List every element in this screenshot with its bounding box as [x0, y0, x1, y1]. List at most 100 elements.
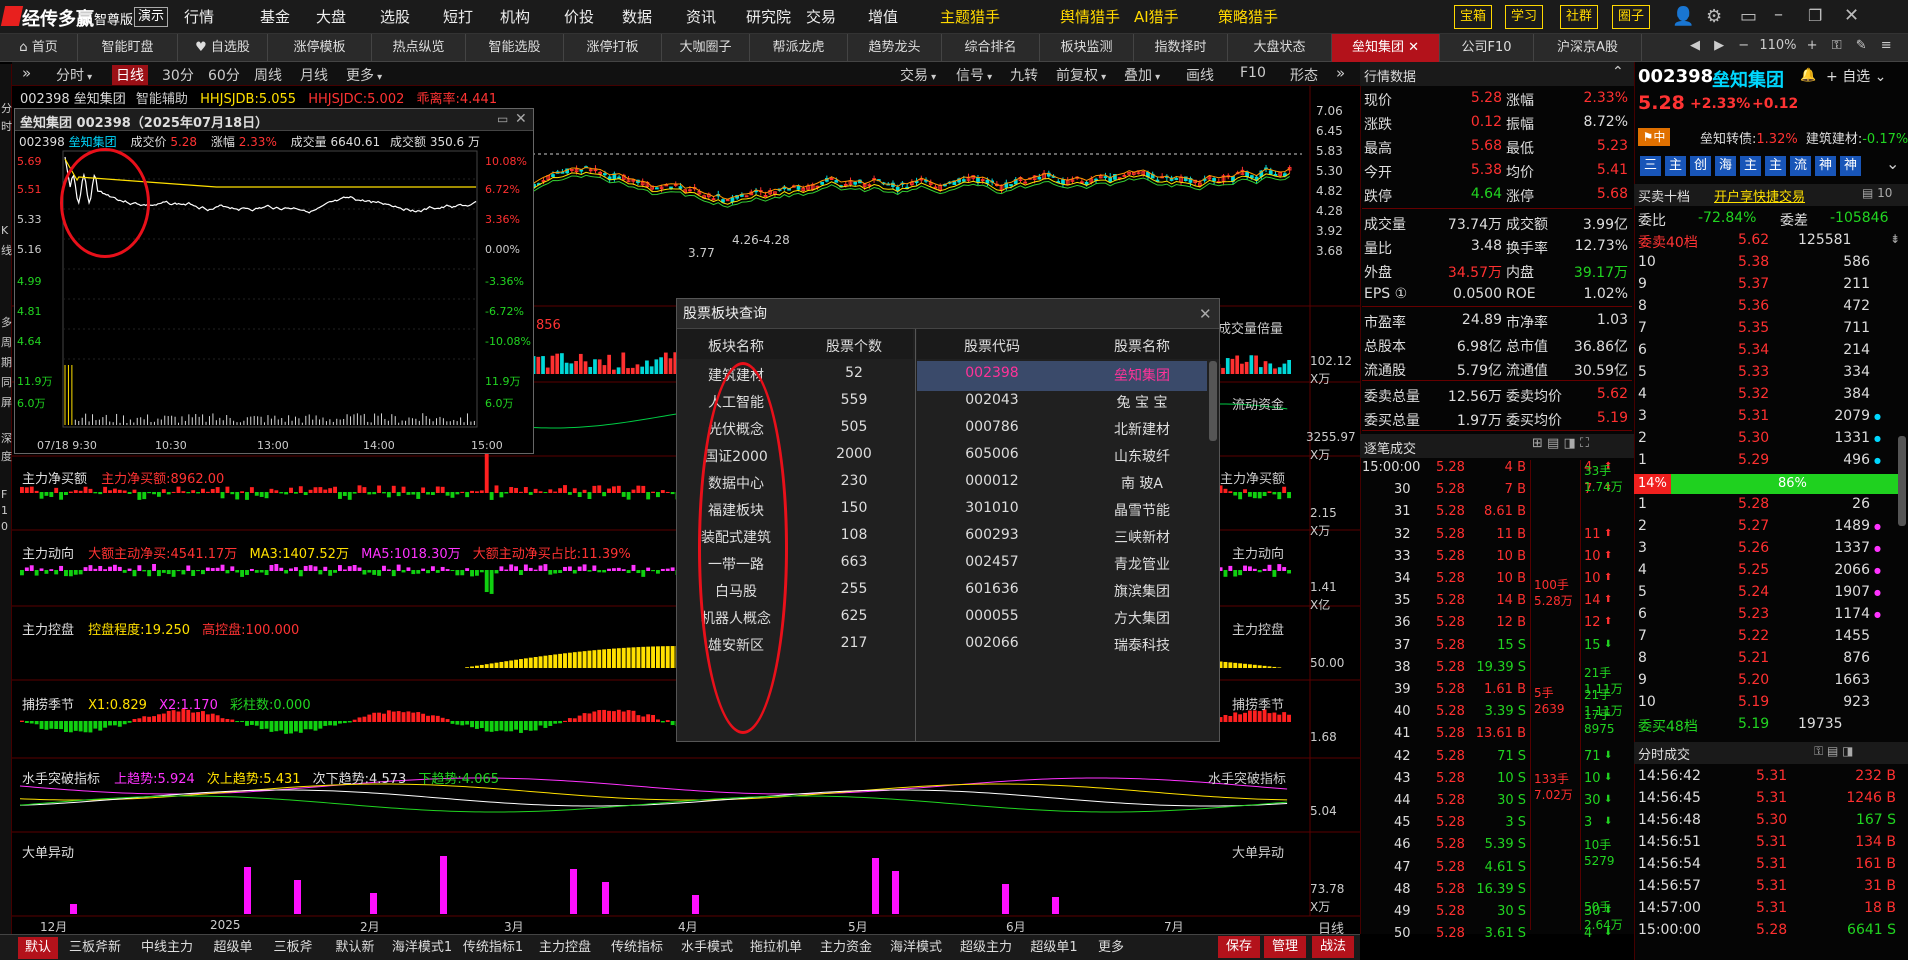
tool-7[interactable]: 形态 [1290, 65, 1318, 85]
community-button[interactable]: 社群 [1560, 5, 1599, 29]
stock-code[interactable]: 301010 [917, 500, 1067, 516]
pen-icon[interactable]: ✎ [1856, 38, 1867, 53]
stock-name[interactable]: 方大集团 [1067, 608, 1217, 628]
left-strip-char[interactable]: 同 [1, 374, 12, 390]
tab-0[interactable]: ⌂ 首页 [0, 34, 78, 62]
period-0[interactable]: 分时 ▾ [52, 65, 96, 85]
template-tab-7[interactable]: 传统指标1 [458, 937, 528, 959]
tab-10[interactable]: 综合排名 [942, 34, 1040, 62]
close-icon[interactable]: ✕ [1844, 5, 1859, 26]
lock-icon[interactable]: ⚿ [1832, 38, 1842, 53]
tab-12[interactable]: 指数择时 [1134, 34, 1228, 62]
template-tab-12[interactable]: 主力资金 [812, 937, 880, 959]
period-6[interactable]: 更多 ▾ [342, 65, 386, 85]
sector-count[interactable]: 52 [795, 365, 913, 381]
ask-price[interactable]: 5.34 [1738, 342, 1769, 358]
left-strip-char[interactable]: 1 [1, 504, 8, 517]
menu-9[interactable]: 研究院 [746, 0, 791, 34]
ask-price[interactable]: 5.31 [1738, 408, 1769, 424]
bid-price[interactable]: 5.23 [1738, 606, 1769, 622]
tool-2[interactable]: 九转 [1010, 65, 1038, 85]
bid-price[interactable]: 5.27 [1738, 518, 1769, 534]
arrow-left-icon[interactable]: ◀ [1690, 38, 1700, 53]
tab-2[interactable]: ♥ 自选股 [178, 34, 268, 62]
ask-price[interactable]: 5.33 [1738, 364, 1769, 380]
feature-icon-8[interactable]: 神 [1840, 156, 1861, 176]
period-5[interactable]: 月线 [296, 65, 332, 85]
sector-count[interactable]: 2000 [795, 446, 913, 462]
sector-count[interactable]: 505 [795, 419, 913, 435]
stock-name[interactable]: 垒知集团 [1067, 365, 1217, 385]
sector-count[interactable]: 255 [795, 581, 913, 597]
sector-count[interactable]: 230 [795, 473, 913, 489]
demo-button[interactable]: 演示 [134, 7, 169, 27]
template-tab-2[interactable]: 中线主力 [132, 937, 202, 959]
template-tab-5[interactable]: 默认新 [324, 937, 386, 959]
bid-price[interactable]: 5.21 [1738, 650, 1769, 666]
feature-icon-2[interactable]: 创 [1690, 156, 1711, 176]
ob-link[interactable]: 开户享快捷交易 [1714, 186, 1805, 205]
sector-count[interactable]: 150 [795, 500, 913, 516]
ask-price[interactable]: 5.30 [1738, 430, 1769, 446]
menu-hl-3[interactable]: 策略猎手 [1218, 0, 1278, 34]
window-mode-icon[interactable]: ▭ [1740, 6, 1757, 27]
feature-icon-1[interactable]: 主 [1665, 156, 1686, 176]
feature-icon-5[interactable]: 主 [1765, 156, 1786, 176]
chevron-down-icon[interactable]: ⌄ [1886, 154, 1899, 173]
left-strip-char[interactable]: 多 [1, 314, 12, 330]
col-stock-name[interactable]: 股票名称 [1067, 336, 1217, 356]
tab-5[interactable]: 智能选股 [466, 34, 564, 62]
bid-price[interactable]: 5.25 [1738, 562, 1769, 578]
template-tab-13[interactable]: 海洋模式 [882, 937, 950, 959]
left-strip-char[interactable]: K [1, 224, 8, 237]
self-select-button[interactable]: + 自选 ⌄ [1826, 66, 1886, 86]
left-strip-char[interactable]: 深 [1, 430, 12, 446]
menu-hl-1[interactable]: 舆情猎手 [1060, 0, 1120, 34]
menu-2[interactable]: 大盘 [316, 0, 346, 34]
bottom-action-0[interactable]: 保存 [1218, 936, 1260, 958]
bid-price[interactable]: 5.26 [1738, 540, 1769, 556]
menu-hl-0[interactable]: 主题猎手 [940, 0, 1000, 34]
period-4[interactable]: 周线 [250, 65, 286, 85]
stock-name[interactable]: 北新建材 [1067, 419, 1217, 439]
menu-1[interactable]: 基金 [260, 0, 290, 34]
left-strip-char[interactable]: F [1, 488, 7, 501]
menu-hl-2[interactable]: AI猎手 [1134, 0, 1179, 34]
user-icon[interactable]: 👤 [1672, 6, 1694, 27]
template-tab-8[interactable]: 主力控盘 [530, 937, 600, 959]
bid-price[interactable]: 5.28 [1738, 496, 1769, 512]
mini-close-icon[interactable]: ✕ [515, 111, 527, 127]
bid-price[interactable]: 5.20 [1738, 672, 1769, 688]
stock-code[interactable]: 002043 [917, 392, 1067, 408]
menu-5[interactable]: 机构 [500, 0, 530, 34]
menu-0[interactable]: 行情 [184, 0, 214, 34]
template-tab-6[interactable]: 海洋模式1 [388, 937, 456, 959]
learn-button[interactable]: 学习 [1505, 5, 1544, 29]
bid-price[interactable]: 5.19 [1738, 694, 1769, 710]
tab-8[interactable]: 帮派龙虎 [750, 34, 848, 62]
tab-3[interactable]: 涨停模板 [268, 34, 372, 62]
tab-close-icon[interactable]: ✕ [1404, 40, 1419, 55]
tab-13[interactable]: 大盘状态 [1228, 34, 1332, 62]
stock-code[interactable]: 000786 [917, 419, 1067, 435]
stock-code[interactable]: 000055 [917, 608, 1067, 624]
template-tab-1[interactable]: 三板斧新 [60, 937, 130, 959]
tool-3[interactable]: 前复权 ▾ [1056, 65, 1106, 85]
left-strip-char[interactable]: 期 [1, 354, 12, 370]
sector-count[interactable]: 663 [795, 554, 913, 570]
tab-16[interactable]: 沪深京A股 [1534, 34, 1642, 62]
stock-name[interactable]: 瑞泰科技 [1067, 635, 1217, 655]
left-strip-char[interactable]: 周 [1, 334, 12, 350]
ask-price[interactable]: 5.35 [1738, 320, 1769, 336]
col-stock-code[interactable]: 股票代码 [917, 336, 1067, 356]
template-tab-11[interactable]: 拖拉机单 [742, 937, 810, 959]
left-strip-char[interactable]: 时 [1, 118, 12, 134]
mini-restore-icon[interactable]: ▭ [497, 112, 508, 126]
sector-count[interactable]: 625 [795, 608, 913, 624]
template-tab-16[interactable]: 更多 [1088, 937, 1134, 959]
stock-code[interactable]: 605006 [917, 446, 1067, 462]
stock-code[interactable]: 002066 [917, 635, 1067, 651]
tab-14[interactable]: 垒知集团 ✕ [1332, 34, 1440, 62]
bell-icon[interactable]: 🔔 [1800, 68, 1816, 83]
stock-code[interactable]: 601636 [917, 581, 1067, 597]
